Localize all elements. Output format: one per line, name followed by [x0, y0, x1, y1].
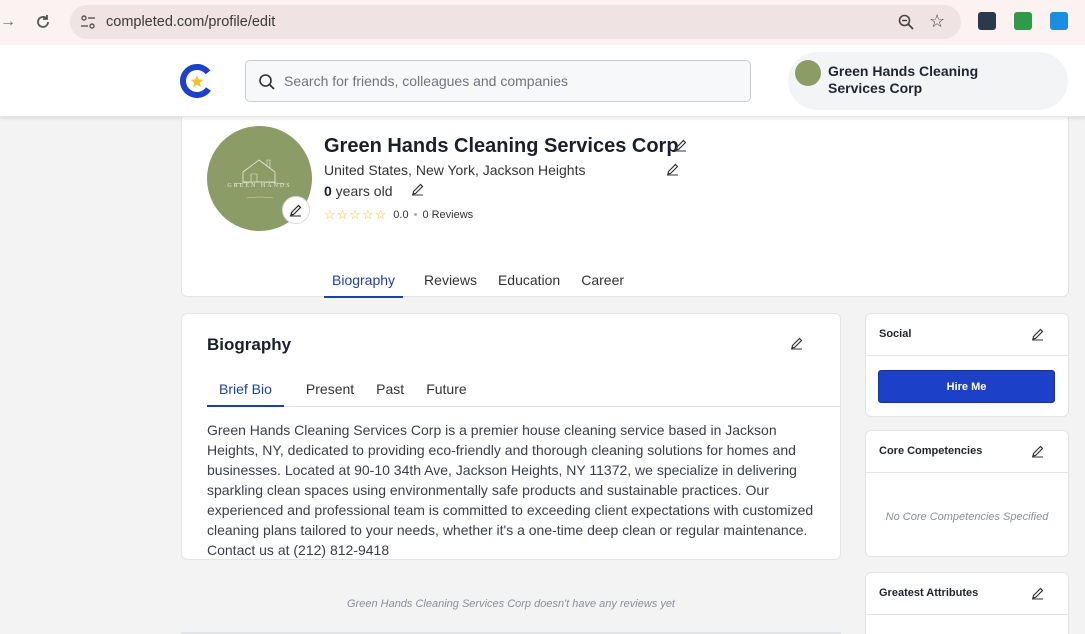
url-text: completed.com/profile/edit	[106, 14, 276, 30]
photo-logo-text: GREEN HANDS	[227, 183, 292, 189]
core-competencies-card: Core Competencies No Core Competencies S…	[865, 430, 1069, 557]
search-box[interactable]	[245, 60, 751, 102]
address-bar[interactable]: completed.com/profile/edit ☆	[70, 5, 961, 39]
greatest-attributes-card: Greatest Attributes	[865, 572, 1069, 634]
profile-name: Green Hands Cleaning Services Corp	[324, 135, 679, 157]
no-reviews-message: Green Hands Cleaning Services Corp doesn…	[347, 598, 675, 610]
profile-age: 0 years old	[324, 183, 393, 199]
reviews-count[interactable]: 0 Reviews	[422, 209, 473, 221]
zoom-icon[interactable]	[897, 13, 915, 31]
forward-icon[interactable]: →	[0, 12, 16, 32]
greatest-attributes-header: Greatest Attributes	[866, 573, 1068, 615]
profile-location: United States, New York, Jackson Heights	[324, 162, 586, 178]
edit-age-pencil-icon[interactable]	[411, 182, 425, 196]
logo-icon[interactable]	[180, 64, 214, 98]
biography-text: Green Hands Cleaning Services Corp is a …	[207, 422, 814, 558]
tab-education[interactable]: Education	[498, 268, 560, 298]
edit-core-pencil-icon[interactable]	[1031, 444, 1045, 458]
rating: ☆☆☆☆☆ 0.0 • 0 Reviews	[324, 207, 473, 222]
extension-icon[interactable]	[978, 12, 996, 30]
subtab-brief-bio[interactable]: Brief Bio	[207, 374, 284, 407]
social-header: Social	[866, 314, 1068, 356]
search-input[interactable]	[284, 69, 734, 93]
rating-stars-icon: ☆☆☆☆☆	[324, 207, 388, 222]
photo-edit-button[interactable]	[282, 196, 310, 224]
greatest-attributes-title: Greatest Attributes	[879, 587, 979, 599]
browser-toolbar: → completed.com/profile/edit ☆	[0, 0, 1085, 45]
account-name: Green Hands Cleaning Services Corp	[828, 63, 979, 96]
core-competencies-header: Core Competencies	[866, 431, 1068, 473]
avatar	[795, 60, 821, 86]
rating-separator: •	[413, 209, 418, 221]
site-header: Green Hands Cleaning Services Corp	[0, 45, 1085, 117]
reload-icon[interactable]	[33, 12, 53, 32]
site-settings-icon[interactable]	[80, 14, 96, 30]
account-menu[interactable]: Green Hands Cleaning Services Corp	[788, 52, 1068, 110]
download-icon[interactable]	[1050, 12, 1068, 30]
rating-score: 0.0	[393, 209, 409, 221]
profile-tabs: Biography Reviews Education Career	[324, 268, 645, 298]
star-icon[interactable]: ☆	[929, 12, 947, 30]
edit-social-pencil-icon[interactable]	[1031, 327, 1045, 341]
extension-icon[interactable]	[1014, 12, 1032, 30]
subtab-future[interactable]: Future	[426, 374, 466, 407]
age-value: 0	[324, 183, 332, 199]
tab-career[interactable]: Career	[581, 268, 624, 298]
edit-attributes-pencil-icon[interactable]	[1031, 586, 1045, 600]
core-competencies-title: Core Competencies	[879, 445, 983, 457]
subtab-past[interactable]: Past	[376, 374, 404, 407]
edit-location-pencil-icon[interactable]	[666, 162, 680, 176]
edit-name-pencil-icon[interactable]	[674, 138, 688, 152]
social-card: Social Hire Me	[865, 313, 1069, 417]
core-competencies-empty: No Core Competencies Specified	[885, 511, 1049, 523]
biography-title: Biography	[207, 335, 292, 354]
profile-card: GREEN HANDS Green Hands Cleaning Service…	[181, 110, 1069, 298]
social-title: Social	[879, 328, 912, 340]
search-icon	[259, 74, 275, 90]
hire-me-button[interactable]: Hire Me	[878, 370, 1055, 403]
edit-biography-pencil-icon[interactable]	[790, 336, 804, 350]
biography-card: Biography Brief Bio Present Past Future …	[181, 313, 841, 560]
subtab-present[interactable]: Present	[306, 374, 354, 407]
age-suffix: years old	[331, 183, 393, 199]
tab-reviews[interactable]: Reviews	[424, 268, 477, 298]
biography-subtabs: Brief Bio Present Past Future	[207, 374, 840, 407]
tab-biography[interactable]: Biography	[324, 268, 404, 298]
pencil-icon	[290, 204, 302, 217]
